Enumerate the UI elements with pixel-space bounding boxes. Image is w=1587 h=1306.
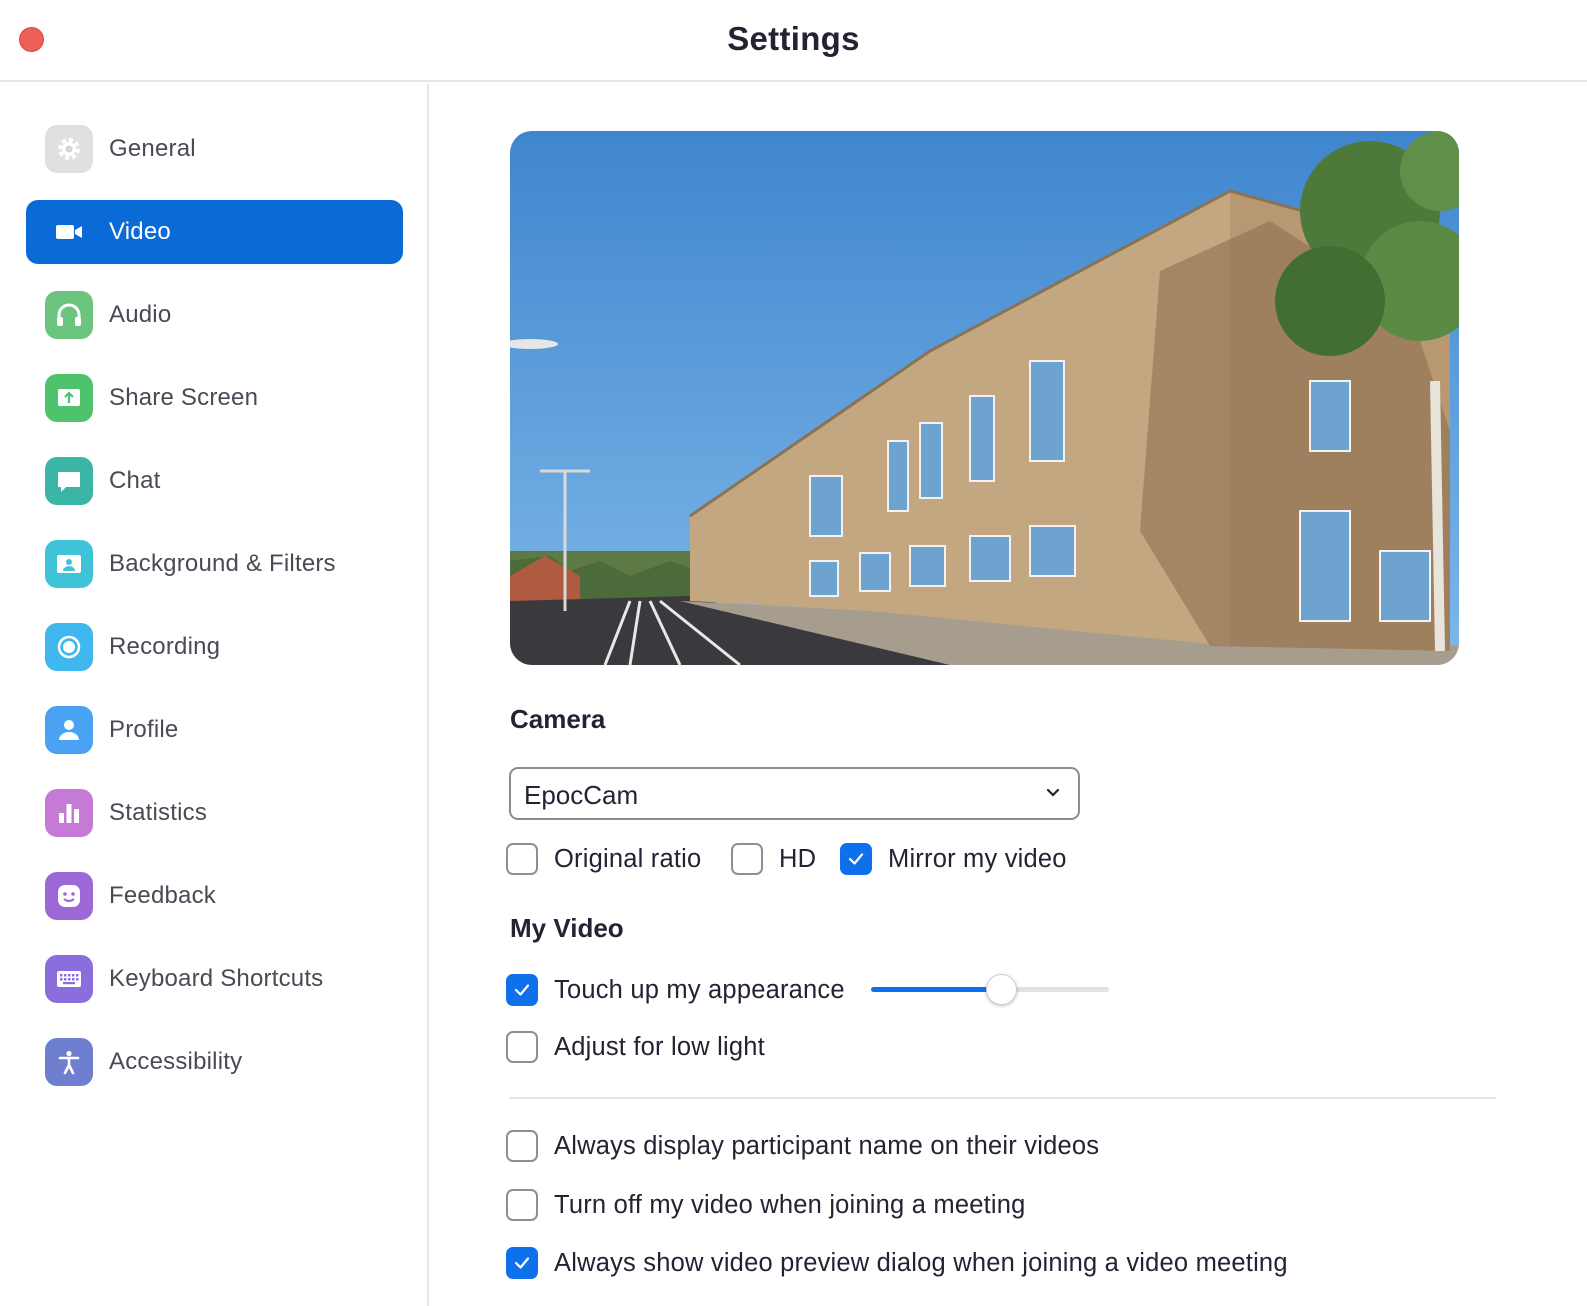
display-participant-name-checkbox[interactable] [506,1130,538,1162]
sidebar-item-chat[interactable]: Chat [26,449,403,513]
record-icon [45,623,93,671]
low-light-option[interactable]: Adjust for low light [506,1030,765,1064]
accessibility-icon [45,1038,93,1086]
hd-label: HD [779,844,817,873]
display-participant-name-label: Always display participant name on their… [554,1131,1100,1160]
mirror-video-checkbox[interactable] [840,843,872,875]
sidebar-item-label: Background & Filters [109,550,336,577]
sidebar-item-label: Profile [109,716,179,743]
smiley-icon [45,872,93,920]
sidebar-item-label: Share Screen [109,384,259,411]
sidebar-item-label: Chat [109,467,161,494]
hd-option[interactable]: HD [731,842,816,876]
video-camera-icon [45,208,93,256]
touch-up-option[interactable]: Touch up my appearance [506,973,845,1007]
original-ratio-checkbox[interactable] [506,843,538,875]
slider-fill [871,987,1002,992]
show-preview-dialog-option[interactable]: Always show video preview dialog when jo… [506,1246,1288,1280]
section-divider [509,1097,1496,1099]
sidebar-item-recording[interactable]: Recording [26,615,403,679]
sidebar-item-keyboard-shortcuts[interactable]: Keyboard Shortcuts [26,947,403,1011]
sidebar-item-label: Feedback [109,882,216,909]
turn-off-video-label: Turn off my video when joining a meeting [554,1190,1026,1219]
touch-up-slider[interactable] [871,972,1109,1008]
share-screen-icon [45,374,93,422]
sidebar-item-label: Video [109,218,171,245]
original-ratio-option[interactable]: Original ratio [506,842,701,876]
sidebar-item-background-filters[interactable]: Background & Filters [26,532,403,596]
camera-preview [510,131,1459,665]
chevron-down-icon [1046,788,1060,797]
sidebar-item-video[interactable]: Video [26,200,403,264]
slider-thumb[interactable] [986,974,1018,1005]
original-ratio-label: Original ratio [554,844,702,873]
mirror-video-option[interactable]: Mirror my video [840,842,1067,876]
sidebar-item-profile[interactable]: Profile [26,698,403,762]
person-icon [45,706,93,754]
sidebar-item-label: General [109,135,196,162]
sidebar-item-accessibility[interactable]: Accessibility [26,1030,403,1094]
hd-checkbox[interactable] [731,843,763,875]
window-title: Settings [727,20,860,57]
checkmark-icon [848,853,864,865]
sidebar-item-statistics[interactable]: Statistics [26,781,403,845]
turn-off-video-option[interactable]: Turn off my video when joining a meeting [506,1188,1026,1222]
sidebar-item-label: Recording [109,633,221,660]
headphones-icon [45,291,93,339]
display-participant-name-option[interactable]: Always display participant name on their… [506,1129,1099,1163]
camera-preview-image [510,131,1459,665]
mirror-video-label: Mirror my video [888,844,1067,873]
sidebar-item-audio[interactable]: Audio [26,283,403,347]
sidebar-item-label: Audio [109,301,172,328]
sidebar-item-share-screen[interactable]: Share Screen [26,366,403,430]
low-light-label: Adjust for low light [554,1032,765,1061]
touch-up-checkbox[interactable] [506,974,538,1006]
sidebar-item-feedback[interactable]: Feedback [26,864,403,928]
chat-bubble-icon [45,457,93,505]
low-light-checkbox[interactable] [506,1031,538,1063]
bar-chart-icon [45,789,93,837]
checkmark-icon [514,984,530,996]
show-preview-dialog-checkbox[interactable] [506,1247,538,1279]
sidebar-item-label: Statistics [109,799,208,826]
camera-heading: Camera [510,704,606,734]
background-icon [45,540,93,588]
sidebar-item-label: Accessibility [109,1048,243,1075]
my-video-heading: My Video [510,913,624,943]
gear-icon [45,125,93,173]
sidebar-item-general[interactable]: General [26,117,403,181]
checkmark-icon [514,1257,530,1269]
keyboard-icon [45,955,93,1003]
touch-up-label: Touch up my appearance [554,975,845,1004]
camera-select[interactable]: EpocCam [509,767,1080,820]
sidebar-item-label: Keyboard Shortcuts [109,965,324,992]
video-settings-panel: Camera EpocCam Original ratio HD Mirror … [431,84,1587,1306]
title-bar: Settings [0,0,1587,82]
show-preview-dialog-label: Always show video preview dialog when jo… [554,1248,1288,1277]
turn-off-video-checkbox[interactable] [506,1189,538,1221]
camera-select-value: EpocCam [524,780,639,810]
settings-sidebar: General Video Audio Share Screen Chat Ba… [0,84,429,1306]
